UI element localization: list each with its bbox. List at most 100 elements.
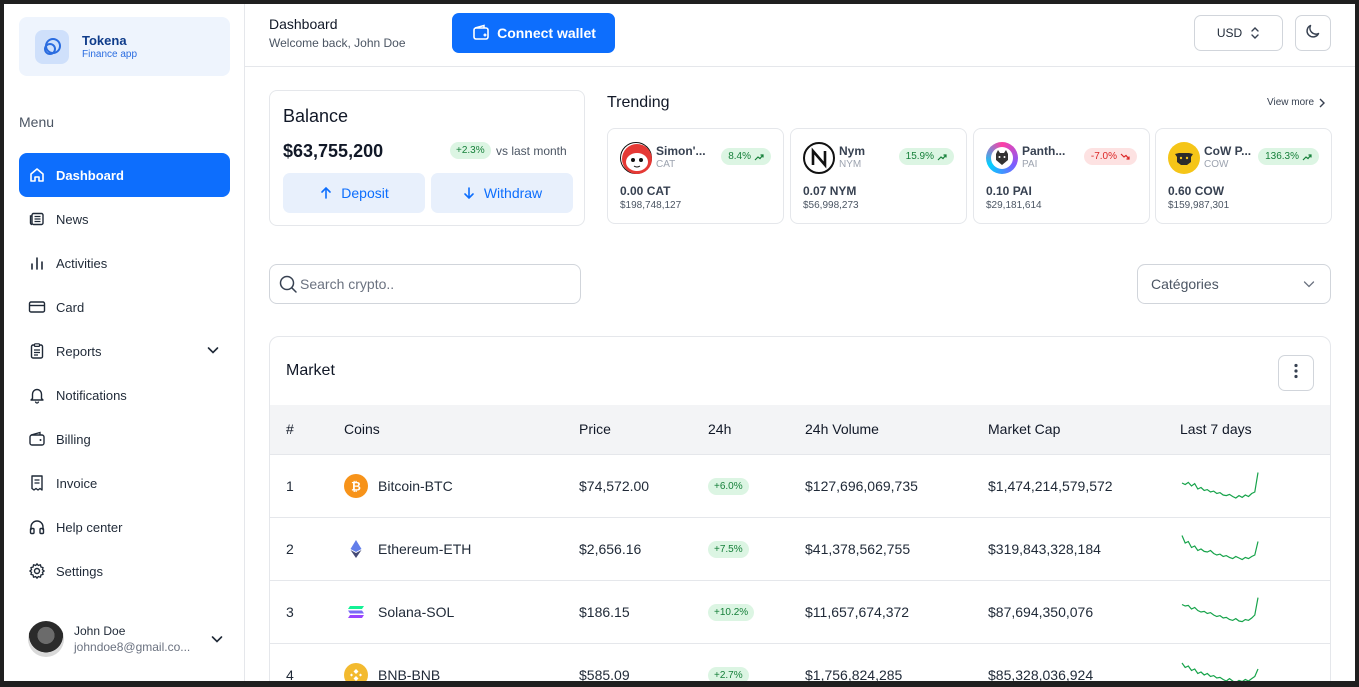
trending-card[interactable]: Simon'... CAT 8.4% 0.00 CAT $198,748,127 xyxy=(607,128,784,224)
sparkline-line xyxy=(1181,596,1259,622)
trending-card[interactable]: Nym NYM 15.9% 0.07 NYM $56,998,273 xyxy=(790,128,967,224)
arrow-up-icon xyxy=(319,186,333,200)
sidebar-item-label: Help center xyxy=(56,519,123,535)
svg-text:₿: ₿ xyxy=(351,479,361,493)
coin-market-cap: $87,694,350,076 xyxy=(988,580,1180,644)
solana-icon xyxy=(344,600,368,624)
moon-icon xyxy=(1304,22,1322,45)
column-header-market-cap[interactable]: Market Cap xyxy=(988,405,1180,455)
sparkline-chart xyxy=(1181,596,1259,622)
market-panel: Market # Coins Price 24h 24h Volume Mark… xyxy=(269,336,1331,687)
row-rank: 4 xyxy=(270,643,344,687)
connect-wallet-button[interactable]: Connect wallet xyxy=(452,13,615,53)
balance-amount: $63,755,200 xyxy=(283,141,384,161)
sidebar-item-invoice[interactable]: Invoice xyxy=(19,461,230,505)
sidebar-item-label: Card xyxy=(56,299,85,315)
page-title: Dashboard xyxy=(269,16,338,32)
view-more-label: View more xyxy=(1267,97,1315,108)
credit-card-icon xyxy=(27,297,47,317)
trending-change: -7.0% xyxy=(1090,151,1117,162)
trend-up-icon xyxy=(754,153,764,161)
balance-title: Balance xyxy=(283,106,349,126)
panther-coin-icon xyxy=(986,142,1018,174)
wallet-plus-icon xyxy=(471,23,491,43)
search-input[interactable] xyxy=(300,276,560,292)
market-title: Market xyxy=(286,362,335,379)
ethereum-icon xyxy=(344,537,368,561)
trending-change-badge: 15.9% xyxy=(898,148,954,165)
sparkline-chart xyxy=(1181,662,1259,683)
column-header-price[interactable]: Price xyxy=(579,405,708,455)
chevron-down-icon[interactable] xyxy=(206,343,220,360)
trending-holding: 0.10 PAI xyxy=(986,184,1032,198)
withdraw-button[interactable]: Withdraw xyxy=(431,173,573,213)
trending-coin-symbol: PAI xyxy=(1022,159,1038,170)
coin-name: Ethereum-ETH xyxy=(378,540,472,557)
user-name: John Doe xyxy=(74,624,126,638)
table-row[interactable]: 3 Solana-SOL $186.15 +10.2% $11,657,674,… xyxy=(270,580,1330,644)
trending-value: $159,987,301 xyxy=(1168,200,1230,211)
sidebar-item-billing[interactable]: Billing xyxy=(19,417,230,461)
trending-change-badge: -7.0% xyxy=(1083,148,1137,165)
coin-volume: $1,756,824,285 xyxy=(805,643,988,687)
sidebar-item-card[interactable]: Card xyxy=(19,285,230,329)
column-header-volume[interactable]: 24h Volume xyxy=(805,405,988,455)
table-row[interactable]: 1 ₿ Bitcoin-BTC $74,572.00 +6.0% $127,69… xyxy=(270,454,1330,518)
home-icon xyxy=(27,165,47,185)
trending-card[interactable]: CoW P... COW 136.3% 0.60 COW $159,987,30… xyxy=(1155,128,1332,224)
chevron-down-icon[interactable] xyxy=(210,632,224,651)
trending-value: $29,181,614 xyxy=(986,200,1042,211)
trending-change-badge: 8.4% xyxy=(721,148,771,165)
clipboard-icon xyxy=(27,341,47,361)
column-header-coins[interactable]: Coins xyxy=(344,405,579,455)
theme-toggle-button[interactable] xyxy=(1295,15,1331,51)
categories-select[interactable]: Catégories xyxy=(1137,264,1331,304)
column-header-24h[interactable]: 24h xyxy=(708,405,805,455)
trending-card[interactable]: Panth... PAI -7.0% 0.10 PAI $29,181,614 xyxy=(973,128,1150,224)
view-more-link[interactable]: View more xyxy=(1267,97,1326,108)
more-options-button[interactable] xyxy=(1278,355,1314,391)
sidebar-item-notifications[interactable]: Notifications xyxy=(19,373,230,417)
column-header-last-7-days[interactable]: Last 7 days xyxy=(1180,405,1330,455)
sidebar-item-settings[interactable]: Settings xyxy=(19,549,230,593)
avatar xyxy=(28,621,64,657)
headphones-icon xyxy=(27,517,47,537)
trending-coin-name: Simon'... xyxy=(656,144,706,158)
nym-coin-icon xyxy=(803,142,835,174)
trending-change: 15.9% xyxy=(905,151,934,162)
sidebar-item-reports[interactable]: Reports xyxy=(19,329,230,373)
cat-coin-icon xyxy=(620,142,652,174)
brand[interactable]: Tokena Finance app xyxy=(19,17,230,76)
currency-select[interactable]: USD xyxy=(1194,15,1283,51)
bitcoin-icon: ₿ xyxy=(344,473,368,498)
market-table: # Coins Price 24h 24h Volume Market Cap … xyxy=(270,405,1330,687)
sidebar-item-label: Dashboard xyxy=(56,167,124,183)
change-badge: +2.7% xyxy=(708,667,749,684)
sparkline-chart xyxy=(1181,534,1259,560)
deposit-button[interactable]: Deposit xyxy=(283,173,425,213)
sidebar-item-label: News xyxy=(56,211,89,227)
coin-price: $74,572.00 xyxy=(579,454,708,518)
column-header-rank[interactable]: # xyxy=(270,405,344,455)
sidebar-item-label: Reports xyxy=(56,343,102,359)
trend-down-icon xyxy=(1120,153,1130,161)
sparkline-line xyxy=(1181,471,1259,499)
trending-coin-symbol: CAT xyxy=(656,159,676,170)
coin-volume: $11,657,674,372 xyxy=(805,580,988,644)
sidebar-item-news[interactable]: News xyxy=(19,197,230,241)
table-row[interactable]: 2 Ethereum-ETH $2,656.16 +7.5% $41,378,5… xyxy=(270,517,1330,581)
table-row[interactable]: 4 BNB-BNB $585.09 +2.7% $1,756,824,285 $… xyxy=(270,643,1330,687)
trending-coin-name: CoW P... xyxy=(1204,144,1252,158)
balance-compare: vs last month xyxy=(496,144,567,158)
sidebar-item-help-center[interactable]: Help center xyxy=(19,505,230,549)
coin-price: $2,656.16 xyxy=(579,517,708,581)
user-profile[interactable]: John Doe johndoe8@gmail.co... xyxy=(28,616,228,662)
trending-change: 136.3% xyxy=(1265,151,1299,162)
sidebar-item-dashboard[interactable]: Dashboard xyxy=(19,153,230,197)
search-box[interactable] xyxy=(269,264,581,304)
gear-icon xyxy=(27,561,47,581)
change-badge: +7.5% xyxy=(708,541,749,558)
sidebar-item-activities[interactable]: Activities xyxy=(19,241,230,285)
row-rank: 1 xyxy=(270,454,344,518)
trending-title: Trending xyxy=(607,94,670,111)
